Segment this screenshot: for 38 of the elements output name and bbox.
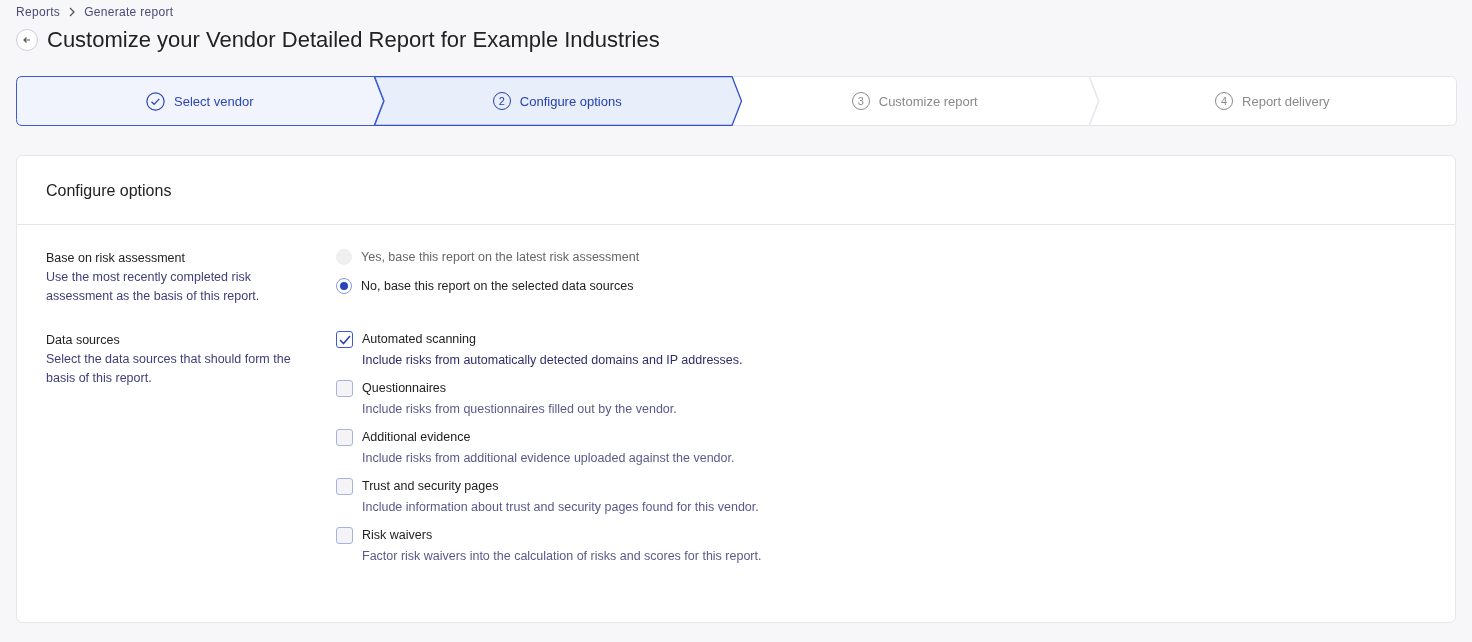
wizard-step[interactable]: Select vendor: [16, 76, 384, 126]
step-label: Configure options: [519, 93, 622, 109]
check-circle-icon: [146, 91, 165, 111]
option-description: Include risks from automatically detected domains and IP addresses.: [362, 353, 743, 367]
checkbox[interactable]: [336, 380, 353, 397]
option-description: Include risks from questionnaires filled out by the vendor.: [362, 402, 677, 416]
section-heading: Base on risk assessment: [46, 250, 186, 267]
checkbox[interactable]: [336, 331, 353, 348]
option-description: Include risks from additional evidence uploaded against the vendor.: [362, 451, 735, 465]
checkbox[interactable]: [336, 429, 353, 446]
section-heading: Data sources: [46, 332, 121, 349]
page-title: Customize your Vendor Detailed Report for Example Industries: [47, 27, 660, 53]
checkbox[interactable]: [336, 527, 353, 544]
checkbox[interactable]: [336, 478, 353, 495]
step-label: Select vendor: [174, 93, 254, 109]
wizard-step[interactable]: 4 Report delivery: [1088, 76, 1456, 126]
wizard-step[interactable]: 3 Customize report: [731, 76, 1099, 126]
step-label: Report delivery: [1242, 93, 1330, 109]
breadcrumb-link[interactable]: Generate report: [84, 5, 174, 19]
checkbox-label: Questionnaires: [362, 380, 448, 397]
option-description: Factor risk waivers into the calculation of risks and scores for this report.: [362, 549, 762, 563]
radio-label: No, base this report on the selected data sources: [361, 279, 634, 293]
chevron-right-icon: [68, 7, 77, 17]
step-label: Customize report: [878, 93, 978, 109]
radio-button[interactable]: [336, 278, 352, 294]
checkbox-label: Automated scanning: [362, 331, 477, 348]
option-description: Include information about trust and security pages found for this vendor.: [362, 500, 759, 514]
checkbox-label: Additional evidence: [362, 429, 472, 446]
wizard-step[interactable]: 2 Configure options: [373, 76, 741, 126]
section-description: Select the data sources that should form the basis of this report.: [46, 351, 292, 387]
breadcrumb-link[interactable]: Reports: [16, 5, 61, 19]
arrow-left-icon: [22, 35, 32, 45]
radio-label: Yes, base this report on the latest risk assessment: [361, 250, 640, 264]
back-button[interactable]: [16, 29, 38, 51]
card-title: Configure options: [17, 156, 1455, 225]
checkbox-label: Risk waivers: [362, 527, 434, 544]
section-description: Use the most recently completed risk assessment as the basis of this report.: [46, 269, 261, 305]
checkbox-label: Trust and security pages: [362, 478, 500, 495]
